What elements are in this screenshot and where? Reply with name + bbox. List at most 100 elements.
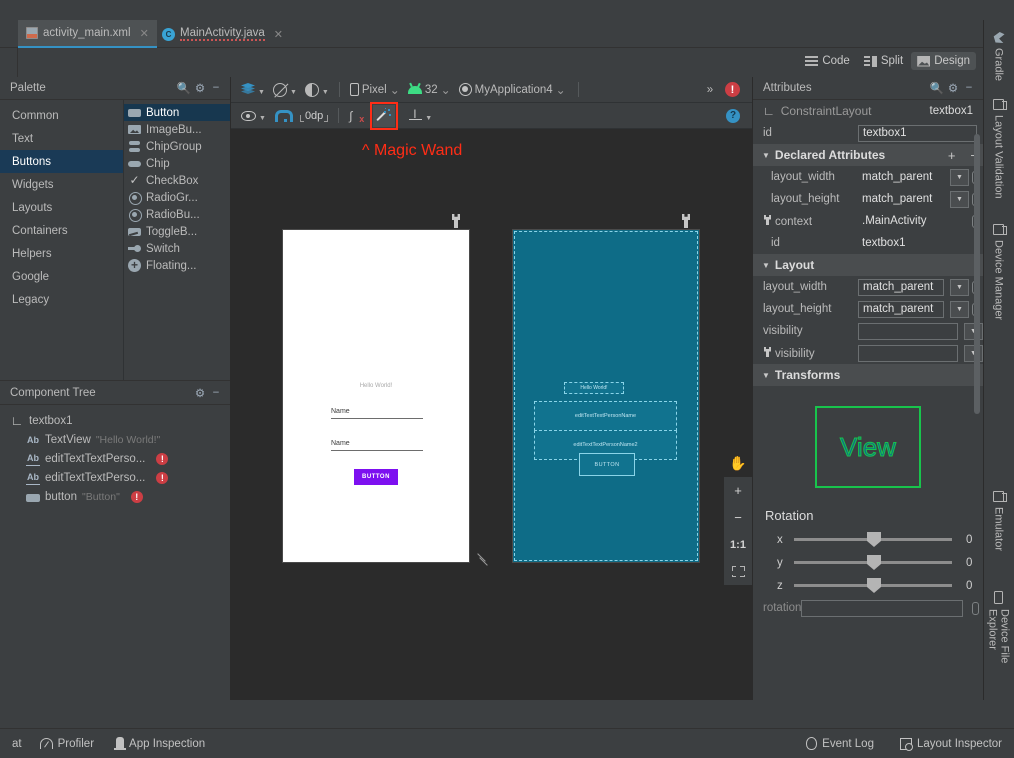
blueprint-edittext-1[interactable]: editTextTextPersonName: [534, 401, 677, 431]
gear-icon[interactable]: ⚙: [945, 80, 961, 96]
id-input[interactable]: textbox1: [858, 124, 977, 142]
toolbar-overflow-button[interactable]: »: [699, 79, 721, 101]
infer-constraints-button[interactable]: [370, 101, 399, 130]
transform-preview-box[interactable]: View: [815, 406, 921, 488]
preview-button[interactable]: BUTTON: [354, 469, 398, 485]
add-attribute-button[interactable]: +: [943, 148, 961, 163]
palette-item-button[interactable]: Button: [124, 104, 230, 121]
palette-item-switch[interactable]: Switch: [124, 240, 230, 257]
error-badge[interactable]: !: [130, 490, 143, 503]
status-logcat-button[interactable]: at: [12, 738, 22, 750]
preview-edittext-1[interactable]: Name: [331, 402, 423, 419]
gear-icon[interactable]: ⚙: [192, 385, 208, 401]
section-declared-attributes[interactable]: ▼ Declared Attributes + −: [753, 144, 983, 166]
palette-item-radiogroup[interactable]: RadioGr...: [124, 189, 230, 206]
default-margin-button[interactable]: 0dp: [296, 105, 332, 127]
attr-value[interactable]: textbox1: [858, 235, 977, 251]
palette-item-imagebutton[interactable]: ImageBu...: [124, 121, 230, 138]
slider-thumb[interactable]: [867, 578, 881, 593]
slider-track[interactable]: [794, 555, 952, 570]
slider-track[interactable]: [794, 532, 952, 547]
attr-value[interactable]: .MainActivity: [858, 213, 963, 229]
clear-constraints-button[interactable]: ∫: [345, 105, 367, 127]
preview-edittext-2[interactable]: Name: [331, 434, 423, 451]
help-button[interactable]: ?: [722, 105, 744, 127]
tree-node-edittext-1[interactable]: Ab editTextTextPerso... !: [0, 449, 230, 468]
status-layout-inspector-button[interactable]: Layout Inspector: [899, 737, 1002, 751]
close-icon[interactable]: ✕: [140, 27, 149, 40]
tab-mainactivity-java[interactable]: C MainActivity.java ✕: [154, 20, 291, 48]
search-icon[interactable]: 🔍: [929, 80, 945, 96]
minimize-icon[interactable]: −: [961, 80, 977, 96]
status-event-log-button[interactable]: Event Log: [806, 737, 874, 750]
status-app-inspection-button[interactable]: App Inspection: [114, 737, 205, 750]
wrench-icon[interactable]: [681, 214, 691, 228]
attr-value[interactable]: match_parent: [858, 191, 944, 207]
tree-node-button[interactable]: button "Button" !: [0, 487, 230, 506]
status-profiler-button[interactable]: Profiler: [39, 738, 94, 750]
pan-tool-button[interactable]: ✋: [724, 450, 752, 477]
tool-tab-layout-validation[interactable]: Layout Validation: [983, 93, 1014, 205]
tab-activity-main-xml[interactable]: activity_main.xml ✕: [18, 20, 157, 48]
orientation-toggle-button[interactable]: ▼: [269, 79, 301, 101]
blueprint-canvas[interactable]: Hello World! editTextTextPersonName edit…: [513, 230, 699, 562]
tab-design[interactable]: Design: [911, 52, 976, 70]
palette-item-checkbox[interactable]: ✓ CheckBox: [124, 172, 230, 189]
error-badge[interactable]: !: [156, 471, 169, 484]
preview-textview-hello[interactable]: Hello World!: [283, 383, 469, 389]
tool-tab-device-file-explorer[interactable]: Device File Explorer: [983, 585, 1014, 700]
tab-code[interactable]: Code: [799, 52, 856, 70]
minimize-icon[interactable]: −: [208, 80, 224, 96]
design-surface-mode-button[interactable]: ▼: [237, 79, 269, 101]
palette-item-chip[interactable]: Chip: [124, 155, 230, 172]
zoom-in-button[interactable]: +: [724, 477, 752, 504]
night-mode-toggle-button[interactable]: ▼: [301, 79, 333, 101]
palette-item-floatingactionbutton[interactable]: Floating...: [124, 257, 230, 274]
device-selector-button[interactable]: Pixel ⌄: [346, 79, 404, 101]
palette-category-buttons[interactable]: Buttons: [0, 150, 123, 173]
tab-split[interactable]: Split: [858, 52, 909, 70]
palette-category-layouts[interactable]: Layouts: [0, 196, 123, 219]
api-selector-button[interactable]: 32 ⌄: [404, 79, 455, 101]
rotation-input[interactable]: [801, 599, 963, 617]
tree-node-textbox1[interactable]: ∟ textbox1: [0, 411, 230, 430]
layout-width-input[interactable]: match_parent: [858, 278, 944, 296]
slider-thumb[interactable]: [867, 532, 881, 547]
zoom-out-button[interactable]: −: [724, 504, 752, 531]
zoom-to-fit-button[interactable]: [724, 558, 752, 585]
autoconnect-toggle-button[interactable]: [270, 105, 293, 127]
blueprint-button[interactable]: BUTTON: [579, 453, 635, 476]
attr-value[interactable]: match_parent: [858, 169, 944, 185]
resize-handle[interactable]: [475, 552, 489, 566]
palette-category-common[interactable]: Common: [0, 104, 123, 127]
view-options-button[interactable]: ▼: [237, 105, 270, 127]
attributes-scrollbar[interactable]: [974, 134, 980, 414]
palette-category-widgets[interactable]: Widgets: [0, 173, 123, 196]
chevron-down-icon[interactable]: ▼: [950, 168, 969, 186]
zoom-actual-size-button[interactable]: 1:1: [724, 531, 752, 558]
design-surface[interactable]: ^ Magic Wand Hello World! Name Name BUTT…: [231, 130, 752, 700]
slider-thumb[interactable]: [867, 555, 881, 570]
tree-node-edittext-2[interactable]: Ab editTextTextPerso... !: [0, 468, 230, 487]
design-render-canvas[interactable]: Hello World! Name Name BUTTON: [283, 230, 469, 562]
blueprint-textview-hello[interactable]: Hello World!: [564, 382, 624, 394]
slider-track[interactable]: [794, 578, 952, 593]
attributes-scroll-area[interactable]: id textbox1 ▼ Declared Attributes + − la…: [753, 122, 983, 700]
wrench-icon[interactable]: [451, 214, 461, 228]
minimize-icon[interactable]: −: [208, 385, 224, 401]
layout-height-input[interactable]: match_parent: [858, 300, 944, 318]
chevron-down-icon[interactable]: ▼: [950, 278, 969, 296]
palette-category-containers[interactable]: Containers: [0, 219, 123, 242]
palette-category-text[interactable]: Text: [0, 127, 123, 150]
palette-item-togglebutton[interactable]: ToggleB...: [124, 223, 230, 240]
tool-tab-emulator[interactable]: Emulator: [983, 485, 1014, 557]
close-icon[interactable]: ✕: [274, 28, 283, 41]
resource-picker-icon[interactable]: [972, 601, 979, 615]
section-transforms[interactable]: ▼ Transforms: [753, 364, 983, 386]
tree-node-textview[interactable]: Ab TextView "Hello World!": [0, 430, 230, 449]
palette-item-radiobutton[interactable]: RadioBu...: [124, 206, 230, 223]
tool-tab-device-manager[interactable]: Device Manager: [983, 218, 1014, 326]
chevron-down-icon[interactable]: ▼: [950, 300, 969, 318]
gear-icon[interactable]: ⚙: [192, 80, 208, 96]
issue-notification-button[interactable]: !: [721, 79, 744, 101]
